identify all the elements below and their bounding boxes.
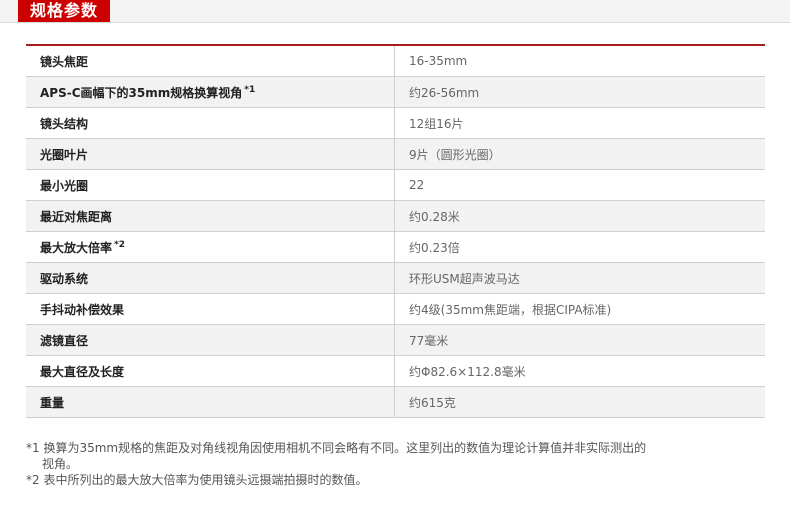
spec-value: 22: [394, 169, 765, 201]
section-title: 规格参数: [18, 0, 111, 22]
spec-table: 镜头焦距 16-35mm APS-C画幅下的35mm规格换算视角 *1 约26-56mm…: [26, 44, 765, 418]
spec-label: 光圈叶片: [40, 147, 89, 162]
spec-value: 9片（圆形光圈）: [394, 138, 765, 170]
spec-label: 驱动系统: [40, 271, 89, 286]
spec-label: APS-C画幅下的35mm规格换算视角: [40, 85, 243, 100]
spec-value: 约0.28米: [394, 200, 765, 232]
spec-label: 重量: [40, 395, 65, 410]
spec-label: 最小光圈: [40, 178, 89, 193]
spec-value: 约26-56mm: [394, 76, 765, 108]
spec-label-cell: 最大直径及长度: [26, 355, 395, 387]
spec-label: 镜头结构: [40, 116, 89, 131]
footnotes: *1 换算为35mm规格的焦距及对角线视角因使用相机不同会略有不同。这里列出的数…: [26, 440, 766, 488]
spec-value: 约615克: [394, 386, 765, 418]
spec-row: 滤镜直径 77毫米: [26, 324, 765, 356]
spec-label-cell: 滤镜直径: [26, 324, 395, 356]
spec-row: 最小光圈 22: [26, 169, 765, 201]
footnote-1-continued: 视角。: [42, 457, 79, 471]
spec-label-cell: 镜头焦距: [26, 44, 395, 77]
spec-label: 最近对焦距离: [40, 209, 113, 224]
spec-label-cell: APS-C画幅下的35mm规格换算视角 *1: [26, 76, 395, 108]
spec-value: 约0.23倍: [394, 231, 765, 263]
spec-label: 最大放大倍率: [40, 240, 113, 255]
spec-label-cell: 驱动系统: [26, 262, 395, 294]
footnote-marker: *2: [114, 239, 125, 250]
spec-label-cell: 光圈叶片: [26, 138, 395, 170]
spec-row: 镜头结构 12组16片: [26, 107, 765, 139]
spec-row: 驱动系统 环形USM超声波马达: [26, 262, 765, 294]
spec-row: APS-C画幅下的35mm规格换算视角 *1 约26-56mm: [26, 76, 765, 108]
spec-row: 最近对焦距离 约0.28米: [26, 200, 765, 232]
spec-row: 镜头焦距 16-35mm: [26, 44, 765, 77]
spec-label-cell: 最小光圈: [26, 169, 395, 201]
spec-value: 12组16片: [394, 107, 765, 139]
spec-label: 最大直径及长度: [40, 364, 125, 379]
spec-label-cell: 最大放大倍率 *2: [26, 231, 395, 263]
spec-label-cell: 重量: [26, 386, 395, 418]
spec-label: 手抖动补偿效果: [40, 302, 125, 317]
spec-label-cell: 镜头结构: [26, 107, 395, 139]
section-header-bar: 规格参数: [0, 0, 790, 23]
spec-row: 光圈叶片 9片（圆形光圈）: [26, 138, 765, 170]
spec-value: 77毫米: [394, 324, 765, 356]
spec-label-cell: 最近对焦距离: [26, 200, 395, 232]
spec-value: 16-35mm: [394, 44, 765, 77]
spec-label-cell: 手抖动补偿效果: [26, 293, 395, 325]
spec-row: 手抖动补偿效果 约4级(35mm焦距端，根据CIPA标准): [26, 293, 765, 325]
footnote-1: *1 换算为35mm规格的焦距及对角线视角因使用相机不同会略有不同。这里列出的数…: [26, 441, 647, 455]
spec-value: 约Φ82.6×112.8毫米: [394, 355, 765, 387]
spec-label: 滤镜直径: [40, 333, 89, 348]
spec-row: 重量 约615克: [26, 386, 765, 418]
spec-row: 最大放大倍率 *2 约0.23倍: [26, 231, 765, 263]
footnote-marker: *1: [244, 84, 256, 95]
spec-value: 环形USM超声波马达: [394, 262, 765, 294]
footnote-2: *2 表中所列出的最大放大倍率为使用镜头远摄端拍摄时的数值。: [26, 473, 368, 487]
spec-row: 最大直径及长度 约Φ82.6×112.8毫米: [26, 355, 765, 387]
spec-value: 约4级(35mm焦距端，根据CIPA标准): [394, 293, 765, 325]
spec-label: 镜头焦距: [40, 54, 89, 69]
